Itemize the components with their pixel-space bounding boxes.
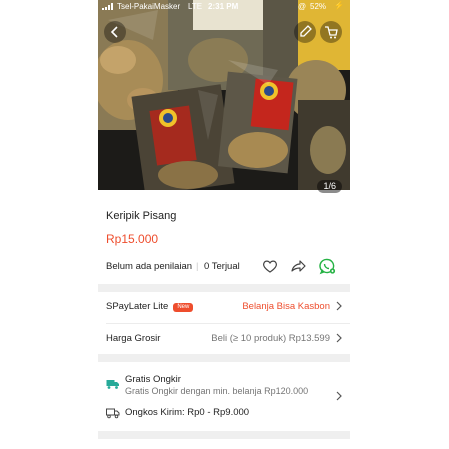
rating-text: Belum ada penilaian xyxy=(106,261,193,272)
heart-icon[interactable] xyxy=(261,257,279,275)
section-divider xyxy=(98,284,350,292)
whatsapp-icon[interactable] xyxy=(318,257,336,275)
chevron-right-icon xyxy=(336,391,342,401)
row-divider xyxy=(106,323,350,324)
separator: | xyxy=(196,261,199,272)
status-bar: Tsel-PakaiMasker LTE 2:31 PM @ 52% ⚡ xyxy=(98,0,350,13)
spaylater-row[interactable]: SPayLater Lite New Belanja Bisa Kasbon xyxy=(98,295,350,319)
charging-icon: ⚡ xyxy=(334,1,344,10)
wholesale-label: Harga Grosir xyxy=(106,333,161,344)
network-type: LTE xyxy=(188,2,203,11)
back-button[interactable] xyxy=(104,21,126,43)
cart-icon xyxy=(325,26,338,39)
shipping-section[interactable]: Gratis Ongkir Gratis Ongkir dengan min. … xyxy=(98,362,350,428)
wholesale-value: Beli (≥ 10 produk) Rp13.599 xyxy=(211,333,330,344)
free-shipping-desc: Gratis Ongkir dengan min. belanja Rp120.… xyxy=(125,386,309,396)
free-shipping-truck-icon xyxy=(106,380,119,389)
spaylater-value: Belanja Bisa Kasbon xyxy=(242,301,330,312)
spaylater-label: SPayLater Lite New xyxy=(106,301,194,312)
product-image[interactable]: Tsel-PakaiMasker LTE 2:31 PM @ 52% ⚡ xyxy=(98,0,350,190)
shipping-cost: Ongkos Kirim: Rp0 - Rp9.000 xyxy=(125,407,250,418)
chevron-right-icon xyxy=(336,301,342,311)
product-page: Tsel-PakaiMasker LTE 2:31 PM @ 52% ⚡ 1/6… xyxy=(98,0,350,449)
spaylater-label-text: SPayLater Lite xyxy=(106,301,169,312)
image-counter: 1/6 xyxy=(317,180,342,193)
sold-count: 0 Terjual xyxy=(204,261,240,272)
chevron-right-icon xyxy=(336,333,342,343)
edit-icon xyxy=(300,25,312,37)
clock: 2:31 PM xyxy=(208,2,239,11)
free-shipping-title: Gratis Ongkir xyxy=(125,374,181,385)
section-divider xyxy=(98,354,350,362)
shipping-truck-icon xyxy=(106,408,120,419)
back-arrow-icon xyxy=(110,26,118,38)
next-section-partial xyxy=(106,444,306,449)
carrier-name: Tsel-PakaiMasker xyxy=(117,2,181,11)
edit-button[interactable] xyxy=(294,21,316,43)
product-title: Keripik Pisang xyxy=(106,210,177,222)
product-price: Rp15.000 xyxy=(106,232,159,246)
location-icon: @ xyxy=(298,2,307,11)
new-badge: New xyxy=(173,303,194,312)
cart-button[interactable] xyxy=(320,21,342,43)
signal-icon xyxy=(102,3,116,10)
battery-level: 52% xyxy=(310,2,327,11)
wholesale-price-row[interactable]: Harga Grosir Beli (≥ 10 produk) Rp13.599 xyxy=(98,327,350,351)
share-icon[interactable] xyxy=(289,257,307,275)
section-divider xyxy=(98,431,350,439)
